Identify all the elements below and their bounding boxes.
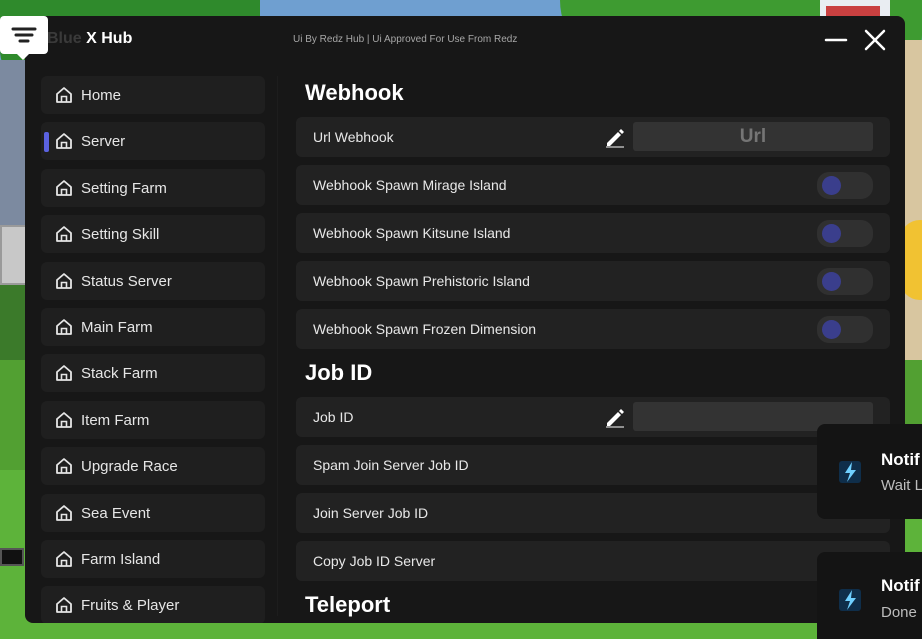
sidebar-item[interactable]: Fruits & Player	[41, 586, 265, 623]
home-icon	[56, 551, 72, 567]
section-title-teleport: Teleport	[305, 592, 391, 617]
action-button-label: Copy Job ID Server	[313, 553, 436, 569]
sidebar-item[interactable]: Item Farm	[41, 400, 265, 439]
menu-lines-icon	[11, 27, 37, 43]
toggle-row[interactable]: Webhook Spawn Frozen Dimension	[296, 309, 890, 349]
close-button[interactable]	[861, 26, 889, 54]
toggle-knob	[822, 176, 841, 195]
home-icon	[56, 319, 72, 335]
pencil-icon	[606, 129, 624, 148]
sidebar-item-label: Main Farm	[81, 319, 153, 336]
minimize-icon	[824, 38, 848, 42]
sidebar: Home Server Setting Farm Setting Skill Statu…	[41, 76, 266, 623]
sidebar-item[interactable]: Setting Skill	[41, 215, 265, 254]
notification-title: Notif	[881, 576, 920, 595]
home-icon	[56, 133, 72, 150]
action-button[interactable]: Join Server Job ID	[296, 493, 890, 533]
toggle-label: Webhook Spawn Frozen Dimension	[313, 321, 537, 337]
toggle-row[interactable]: Webhook Spawn Prehistoric Island	[296, 261, 890, 301]
pencil-icon	[606, 409, 624, 428]
minimize-button[interactable]	[822, 26, 850, 54]
sidebar-item[interactable]: Server	[41, 122, 265, 161]
toggle-label: Webhook Spawn Mirage Island	[313, 177, 507, 193]
notification-body: Wait L	[881, 477, 922, 494]
action-button-label: Join Server Job ID	[313, 505, 429, 521]
toggle-knob	[822, 224, 841, 243]
sidebar-item-label: Status Server	[81, 272, 172, 290]
sidebar-item[interactable]: Farm Island	[41, 540, 265, 578]
notification-card[interactable]: Notif Wait L	[817, 424, 922, 519]
toggle-row[interactable]: Webhook Spawn Mirage Island	[296, 165, 890, 205]
hub-window: Blue X Hub Ui By Redz Hub | Ui Approved …	[25, 16, 905, 623]
sidebar-item-label: Farm Island	[81, 551, 161, 568]
sidebar-item[interactable]: Sea Event	[41, 493, 265, 532]
home-icon	[56, 87, 72, 103]
game-sign	[0, 225, 28, 285]
toggle-row[interactable]: Webhook Spawn Kitsune Island	[296, 213, 890, 253]
lightning-logo-icon	[839, 589, 861, 611]
home-icon	[56, 226, 72, 243]
notification-title: Notif	[881, 450, 920, 469]
section-title-jobid: Job ID	[305, 360, 373, 385]
lightning-logo-icon	[839, 461, 861, 483]
section-title-webhook: Webhook	[305, 80, 404, 105]
active-indicator	[44, 132, 49, 153]
sidebar-item[interactable]: Home	[41, 76, 265, 114]
home-icon	[56, 597, 72, 614]
toggle-knob	[822, 272, 841, 291]
job-id-label: Job ID	[313, 409, 354, 425]
action-button-label: Spam Join Server Job ID	[313, 457, 469, 473]
url-webhook-label: Url Webhook	[313, 129, 394, 145]
sidebar-item-label: Home	[81, 87, 122, 104]
toggle-label: Webhook Spawn Kitsune Island	[313, 225, 511, 241]
toggle-knob	[822, 320, 841, 339]
home-icon	[56, 411, 72, 428]
close-icon	[864, 29, 886, 51]
url-webhook-row[interactable]: Url Webhook	[296, 117, 890, 157]
action-button[interactable]: Copy Job ID Server	[296, 541, 890, 581]
toggle-label: Webhook Spawn Prehistoric Island	[313, 273, 530, 289]
job-id-row[interactable]: Job ID	[296, 397, 890, 437]
toggle-switch[interactable]	[817, 268, 873, 295]
divider	[277, 76, 278, 616]
menu-toggle-button[interactable]	[0, 16, 48, 54]
home-icon	[56, 365, 72, 382]
sidebar-item-label: Item Farm	[81, 411, 150, 429]
toggle-switch[interactable]	[817, 220, 873, 247]
window-title: Blue X Hub	[47, 30, 132, 48]
sidebar-item-label: Stack Farm	[81, 365, 158, 383]
game-ui-strip	[0, 548, 24, 566]
main-content[interactable]: Webhook Url Webhook Webhook Spawn Mirage…	[296, 76, 890, 623]
home-icon	[56, 272, 72, 289]
home-icon	[56, 504, 72, 521]
toggle-switch[interactable]	[817, 316, 873, 343]
menu-toggle-tail	[15, 52, 31, 60]
action-button[interactable]: Spam Join Server Job ID	[296, 445, 890, 485]
url-webhook-input[interactable]	[633, 122, 873, 151]
sidebar-item-label: Upgrade Race	[81, 458, 178, 476]
title-prefix: Blue	[47, 30, 82, 47]
window-subtitle: Ui By Redz Hub | Ui Approved For Use Fro…	[293, 34, 518, 45]
sidebar-item[interactable]: Status Server	[41, 261, 265, 300]
sidebar-item-label: Setting Farm	[81, 179, 167, 197]
notification-card[interactable]: Notif Done	[817, 552, 922, 639]
sidebar-item-label: Setting Skill	[81, 226, 160, 244]
sidebar-item-label: Sea Event	[81, 504, 151, 522]
sidebar-item[interactable]: Setting Farm	[41, 168, 265, 207]
sidebar-item[interactable]: Stack Farm	[41, 354, 265, 393]
sidebar-item[interactable]: Main Farm	[41, 308, 265, 346]
sidebar-item[interactable]: Upgrade Race	[41, 447, 265, 486]
sidebar-item-label: Server	[81, 133, 126, 151]
title-bar[interactable]: Blue X Hub Ui By Redz Hub | Ui Approved …	[25, 16, 905, 66]
notification-body: Done	[881, 604, 917, 621]
title-text: X Hub	[86, 30, 133, 47]
home-icon	[56, 458, 72, 475]
sidebar-item-label: Fruits & Player	[81, 597, 180, 615]
home-icon	[56, 179, 72, 196]
toggle-switch[interactable]	[817, 172, 873, 199]
